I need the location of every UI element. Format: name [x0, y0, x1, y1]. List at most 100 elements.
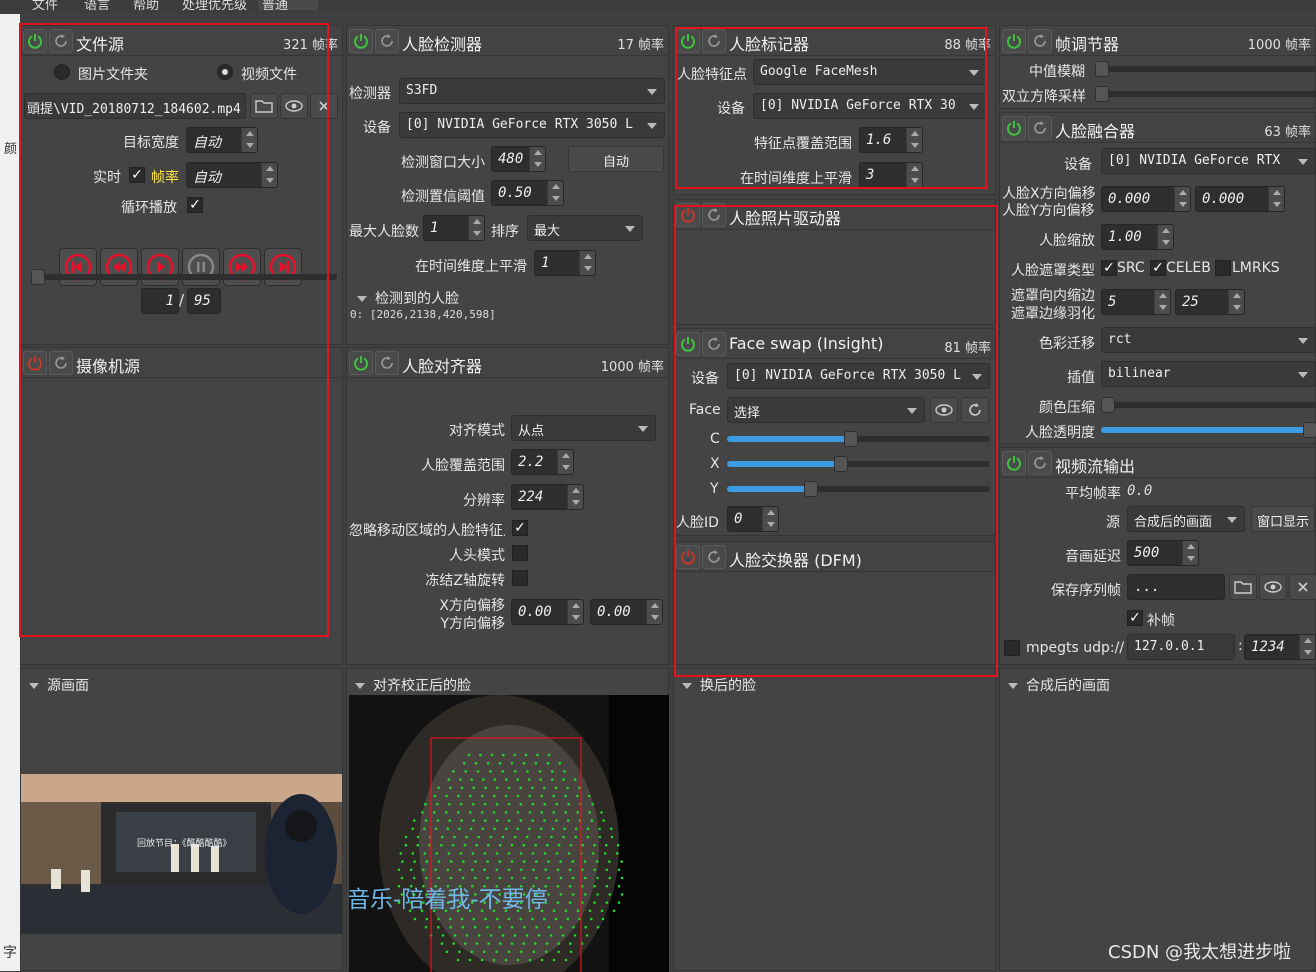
eye-icon[interactable] — [1259, 574, 1287, 600]
x-slider-knob[interactable] — [834, 456, 848, 472]
face-select[interactable]: 选择 — [727, 397, 925, 423]
go-first-button[interactable] — [59, 248, 97, 286]
scale-spinbox[interactable]: 1.00 — [1101, 224, 1174, 250]
priority-select[interactable]: 普通 — [258, 0, 318, 13]
landmarks-select[interactable]: Google FaceMesh — [753, 59, 987, 85]
sort-select[interactable]: 最大 — [527, 215, 643, 241]
reset-icon[interactable] — [49, 351, 73, 375]
merged-viewer-toggle[interactable]: 合成后的画面 — [1008, 675, 1110, 695]
detected-faces-toggle[interactable]: 检测到的人脸 — [357, 288, 459, 308]
port-spinbox[interactable]: 1234 — [1244, 634, 1316, 660]
power-icon[interactable] — [676, 29, 700, 53]
detector-select[interactable]: S3FD — [399, 78, 665, 104]
y-offset-spinbox[interactable]: 0.00 — [590, 599, 663, 625]
reset-icon[interactable] — [702, 29, 726, 53]
landmark-coverage-spinbox[interactable]: 1.6 — [859, 127, 923, 153]
y-offset-spinbox[interactable]: 0.000 — [1195, 186, 1285, 212]
timeline-slider[interactable] — [31, 269, 337, 285]
median-blur-slider[interactable] — [1095, 61, 1316, 77]
x-slider[interactable] — [727, 456, 990, 472]
opacity-slider-knob[interactable] — [1303, 422, 1316, 438]
fps-spinbox[interactable]: 自动 — [186, 162, 278, 188]
file-path-input[interactable]: 頭提\VID_20180712_184602.mp4 — [24, 93, 246, 119]
pause-button[interactable] — [182, 248, 220, 286]
reset-icon[interactable] — [702, 332, 726, 356]
image-folder-radio[interactable] — [54, 64, 70, 80]
mask-blur-spinbox[interactable]: 25 — [1175, 289, 1245, 315]
source-select[interactable]: 合成后的画面 — [1127, 506, 1245, 532]
save-frames-input[interactable]: ... — [1127, 574, 1225, 600]
window-show-button[interactable]: 窗口显示 — [1251, 506, 1315, 532]
resolution-spinbox[interactable]: 224 — [511, 484, 584, 510]
color-compress-slider[interactable] — [1101, 397, 1316, 413]
color-transfer-select[interactable]: rct — [1101, 327, 1316, 353]
head-mode-checkbox[interactable] — [512, 545, 528, 561]
play-button[interactable] — [141, 248, 179, 286]
c-slider[interactable] — [727, 431, 990, 447]
realtime-checkbox[interactable]: ✓ — [129, 167, 145, 183]
interpolation-select[interactable]: bilinear — [1101, 361, 1316, 387]
close-icon[interactable] — [310, 93, 338, 119]
source-viewer-toggle[interactable]: 源画面 — [29, 675, 89, 695]
device-select[interactable]: [0] NVIDIA GeForce RTX — [1101, 148, 1316, 174]
x-offset-spinbox[interactable]: 0.00 — [511, 599, 584, 625]
power-icon[interactable] — [1002, 116, 1026, 140]
rewind-button[interactable] — [100, 248, 138, 286]
x-offset-spinbox[interactable]: 0.000 — [1101, 186, 1191, 212]
reset-icon[interactable] — [1028, 29, 1052, 53]
c-slider-knob[interactable] — [844, 431, 858, 447]
y-slider-knob[interactable] — [804, 481, 818, 497]
menu-help[interactable]: 帮助 — [133, 0, 159, 13]
opacity-slider[interactable] — [1101, 422, 1316, 438]
threshold-spinbox[interactable]: 0.50 — [491, 180, 564, 206]
menu-process-priority[interactable]: 处理优先级 — [182, 0, 247, 13]
power-icon[interactable] — [676, 203, 700, 227]
reset-icon[interactable] — [702, 545, 726, 569]
face-id-spinbox[interactable]: 0 — [727, 506, 779, 532]
power-icon[interactable] — [23, 351, 47, 375]
reset-icon[interactable] — [702, 203, 726, 227]
window-auto-button[interactable]: 自动 — [568, 146, 664, 172]
power-icon[interactable] — [1002, 29, 1026, 53]
align-mode-select[interactable]: 从点 — [511, 415, 656, 441]
reset-icon[interactable] — [1028, 116, 1052, 140]
video-file-radio[interactable] — [217, 64, 233, 80]
mask-erode-spinbox[interactable]: 5 — [1101, 289, 1171, 315]
bilateral-slider[interactable] — [1095, 86, 1316, 102]
smooth-spinbox[interactable]: 1 — [534, 250, 596, 276]
host-input[interactable]: 127.0.0.1 — [1127, 634, 1235, 660]
fill-frames-checkbox[interactable]: ✓ — [1127, 610, 1143, 626]
coverage-spinbox[interactable]: 2.2 — [511, 449, 574, 475]
aligned-face-toggle[interactable]: 对齐校正后的脸 — [355, 675, 471, 695]
delay-spinbox[interactable]: 500 — [1127, 540, 1199, 566]
eye-icon[interactable] — [930, 397, 958, 423]
eye-icon[interactable] — [280, 93, 308, 119]
fast-forward-button[interactable] — [223, 248, 261, 286]
loop-checkbox[interactable]: ✓ — [187, 197, 203, 213]
window-size-spinbox[interactable]: 480 — [491, 146, 546, 172]
menu-file[interactable]: 文件 — [32, 0, 58, 13]
refresh-icon[interactable] — [961, 397, 989, 423]
folder-open-icon[interactable] — [250, 93, 278, 119]
close-icon[interactable] — [1289, 574, 1316, 600]
mask-celeb-checkbox[interactable]: ✓ — [1150, 260, 1166, 276]
device-select[interactable]: [0] NVIDIA GeForce RTX 30 — [753, 93, 987, 119]
freeze-z-checkbox[interactable] — [512, 570, 528, 586]
go-last-button[interactable] — [264, 248, 302, 286]
power-icon[interactable] — [1002, 451, 1026, 475]
device-select[interactable]: [0] NVIDIA GeForce RTX 3050 L — [727, 363, 990, 389]
mpegts-checkbox[interactable] — [1004, 640, 1020, 656]
reset-icon[interactable] — [49, 29, 73, 53]
max-faces-spinbox[interactable]: 1 — [423, 215, 485, 241]
device-select[interactable]: [0] NVIDIA GeForce RTX 3050 L — [399, 112, 665, 138]
smooth-spinbox[interactable]: 3 — [859, 162, 923, 188]
target-width-spinbox[interactable]: 自动 — [186, 127, 258, 153]
folder-open-icon[interactable] — [1229, 574, 1257, 600]
swapped-face-toggle[interactable]: 换后的脸 — [682, 675, 756, 695]
power-icon[interactable] — [676, 332, 700, 356]
frame-current[interactable]: 1 — [141, 288, 179, 314]
power-icon[interactable] — [676, 545, 700, 569]
power-icon[interactable] — [23, 29, 47, 53]
mask-lmrks-checkbox[interactable] — [1215, 260, 1231, 276]
mask-src-checkbox[interactable]: ✓ — [1101, 260, 1117, 276]
